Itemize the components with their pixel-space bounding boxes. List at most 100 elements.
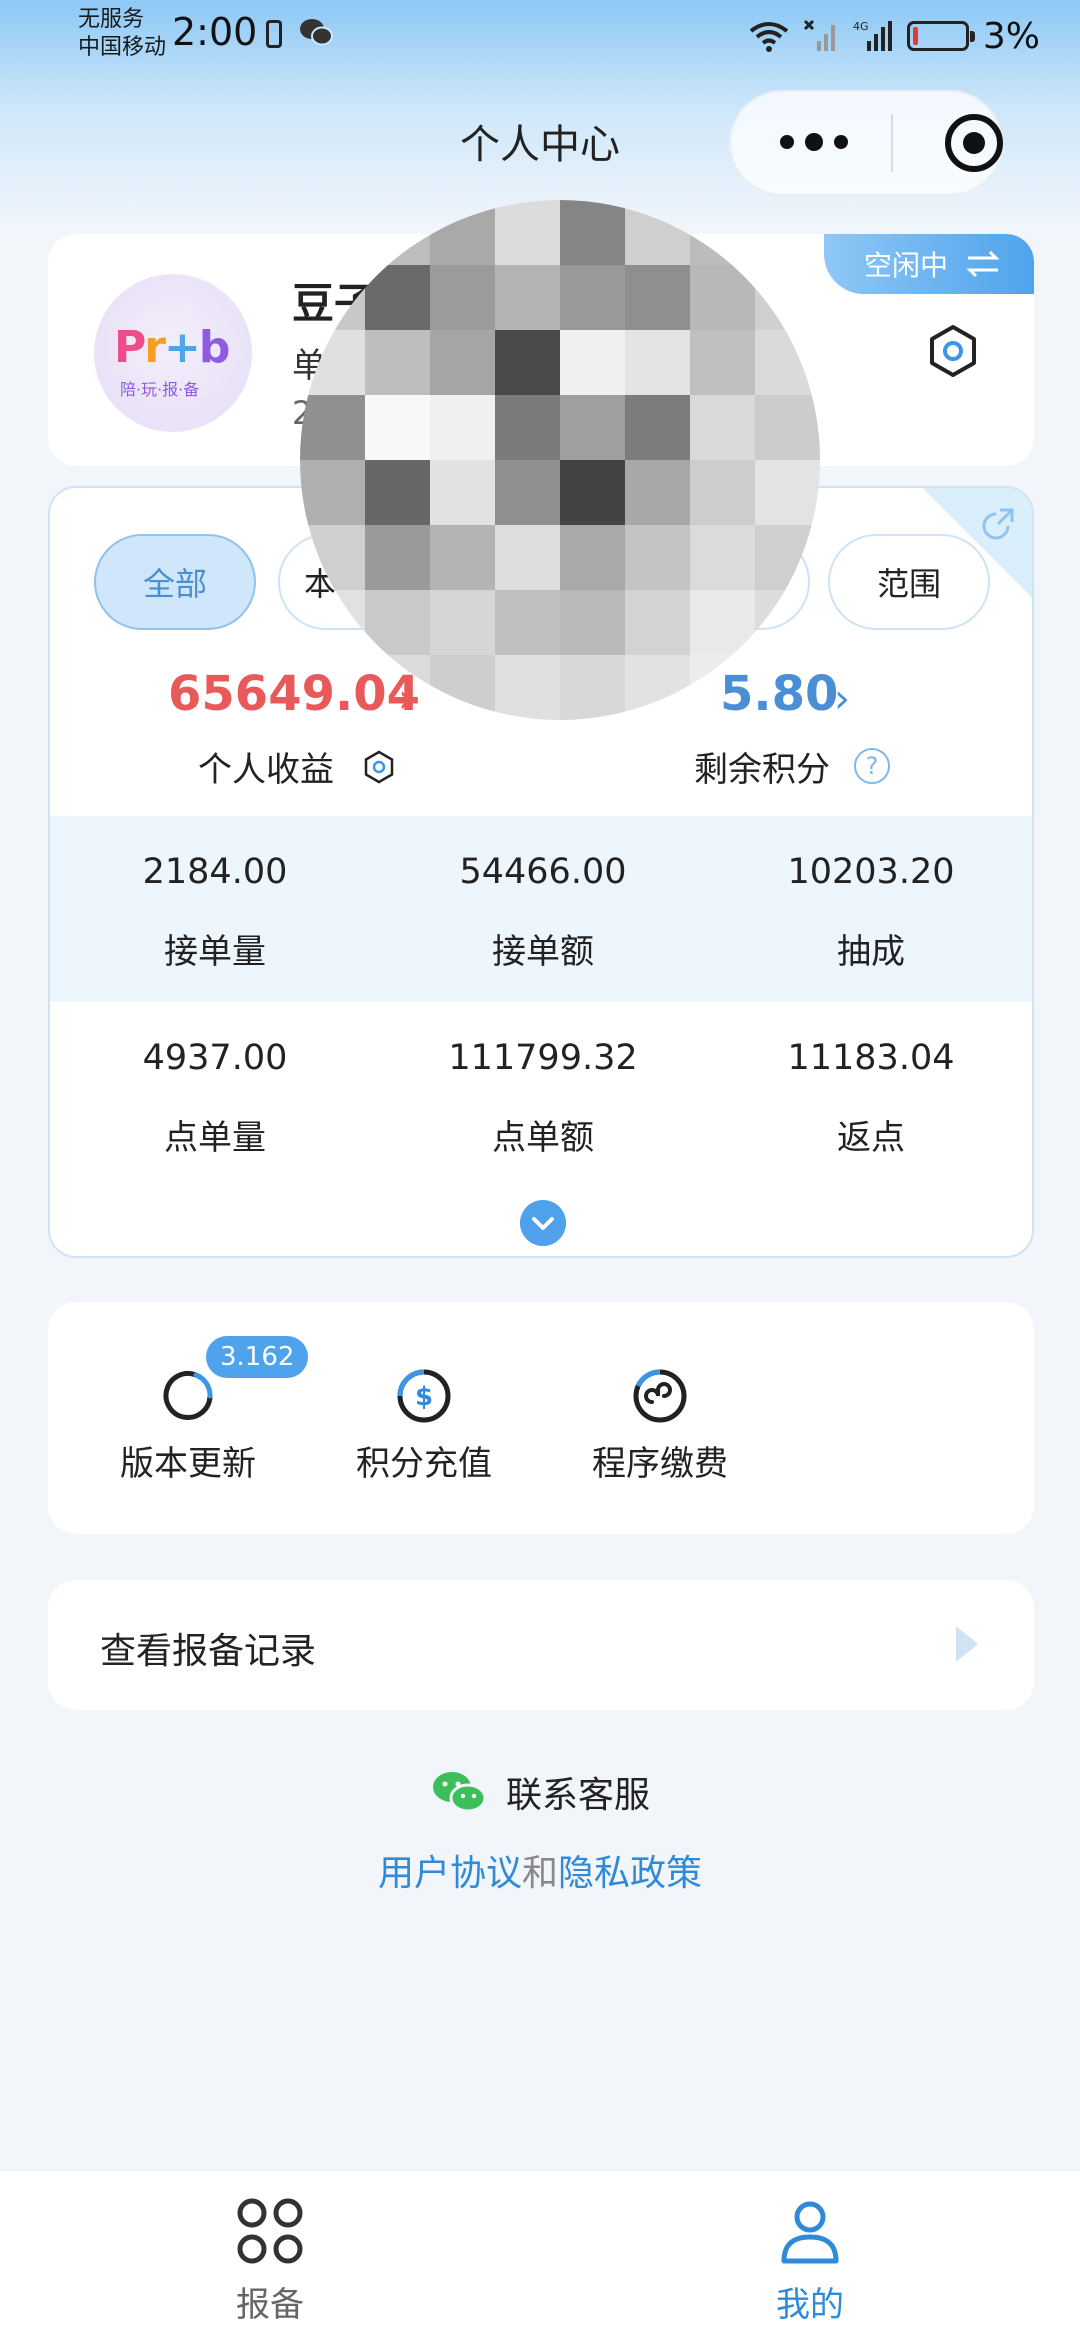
points-recharge-button[interactable]: $ 积分充值 (334, 1302, 514, 1534)
metric-label: 点单量 (164, 1118, 266, 1158)
help-icon[interactable]: ? (854, 748, 890, 784)
contact-label: 联系客服 (505, 1775, 650, 1816)
mosaic-tile (430, 330, 495, 395)
avatar-logo-subtitle: 陪·玩·报·备 (120, 380, 200, 399)
mosaic-tile (430, 460, 495, 525)
mosaic-tile (430, 395, 495, 460)
carrier-line-2: 中国移动 (78, 35, 167, 60)
battery-icon (906, 21, 975, 51)
mini-program-icon (633, 1369, 687, 1423)
eye-toggle-icon[interactable] (362, 750, 396, 784)
metric-accept-count: 2184.00 接单量 (50, 816, 380, 1002)
mosaic-tile (430, 200, 495, 265)
points-chevron-icon[interactable]: › (834, 676, 850, 722)
wifi-icon (749, 22, 789, 52)
mosaic-tile (755, 460, 820, 525)
record-label: 查看报备记录 (100, 1631, 317, 1672)
mosaic-tile (495, 655, 560, 720)
quick-actions-card: 版本更新 3.162 $ 积分充值 程序缴费 (48, 1302, 1034, 1534)
avatar[interactable]: Pr+b 陪·玩·报·备 (94, 274, 252, 432)
metric-rebate: 11183.04 返点 (706, 1002, 1032, 1188)
mosaic-tile (560, 460, 625, 525)
metric-label: 返点 (837, 1118, 905, 1158)
status-toggle[interactable]: 空闲中 (824, 234, 1034, 294)
user-icon (781, 2201, 839, 2264)
metric-value: 10203.20 (787, 852, 955, 892)
metrics-row-orders: 2184.00 接单量 54466.00 接单额 10203.20 抽成 (50, 816, 1032, 1002)
metric-label: 点单额 (492, 1118, 594, 1158)
filter-range[interactable]: 范围 (828, 534, 990, 630)
mosaic-tile (625, 590, 690, 655)
close-miniprogram-button[interactable] (943, 112, 1005, 174)
mini-program-capsule (729, 90, 1003, 196)
mosaic-tile (625, 395, 690, 460)
swap-icon (966, 250, 1000, 278)
program-fee-button[interactable]: 程序缴费 (570, 1302, 750, 1534)
dollar-coin-icon: $ (397, 1369, 451, 1423)
mosaic-tile (430, 590, 495, 655)
metric-label: 接单量 (164, 932, 266, 972)
signal-4g-icon: 4G (853, 20, 892, 51)
tab-label: 报备 (236, 2285, 304, 2325)
mosaic-tile (560, 265, 625, 330)
capsule-divider (891, 114, 893, 172)
privacy-policy-link[interactable]: 隐私政策 (558, 1853, 702, 1894)
privacy-mosaic (300, 200, 820, 720)
points-value[interactable]: 5.80 (720, 666, 838, 722)
mosaic-tile (560, 590, 625, 655)
mosaic-tile (560, 200, 625, 265)
svg-text:4G: 4G (853, 20, 869, 33)
metric-accept-amount: 54466.00 接单额 (378, 816, 708, 1002)
mosaic-tile (690, 395, 755, 460)
view-report-records-row[interactable]: 查看报备记录 (48, 1580, 1034, 1710)
tab-label: 我的 (776, 2285, 844, 2325)
metrics-row-placed: 4937.00 点单量 111799.32 点单额 11183.04 返点 (50, 1002, 1032, 1188)
battery-percent: 3% (982, 15, 1040, 57)
mosaic-tile (625, 265, 690, 330)
tab-mine[interactable]: 我的 (710, 2171, 910, 2339)
action-label: 版本更新 (120, 1444, 256, 1484)
more-menu-button[interactable] (777, 132, 851, 152)
mosaic-tile (690, 460, 755, 525)
mosaic-tile (690, 330, 755, 395)
no-signal-icon (803, 19, 835, 51)
mosaic-tile (495, 590, 560, 655)
status-icons: 4G 3% (749, 12, 1040, 60)
action-label: 积分充值 (356, 1444, 492, 1484)
tab-report[interactable]: 报备 (170, 2171, 370, 2339)
status-bar: 无服务 中国移动 2:00 4G 3% (0, 0, 1080, 72)
mosaic-tile (625, 460, 690, 525)
legal-links: 用户协议和隐私政策 (0, 1844, 1080, 1896)
mosaic-tile (495, 525, 560, 590)
metric-value: 11183.04 (787, 1038, 955, 1078)
carrier-line-1: 无服务 (78, 7, 145, 32)
metric-label: 抽成 (837, 932, 905, 972)
mosaic-tile (430, 265, 495, 330)
settings-icon[interactable] (926, 324, 980, 378)
expand-chevron-icon[interactable] (520, 1200, 566, 1246)
version-badge: 3.162 (206, 1336, 309, 1378)
mosaic-tile (625, 525, 690, 590)
income-chevron-icon[interactable]: › (398, 676, 414, 722)
metric-value: 111799.32 (448, 1038, 638, 1078)
mosaic-tile (495, 395, 560, 460)
mosaic-tile (560, 395, 625, 460)
play-arrow-icon (956, 1626, 978, 1662)
filter-all[interactable]: 全部 (94, 534, 256, 630)
mosaic-tile (690, 525, 755, 590)
mosaic-tile (625, 330, 690, 395)
contact-support[interactable]: 联系客服 (0, 1764, 1080, 1820)
mosaic-tile (560, 655, 625, 720)
metric-commission: 10203.20 抽成 (706, 816, 1032, 1002)
income-value[interactable]: 65649.04 (168, 666, 420, 722)
mosaic-tile (365, 525, 430, 590)
income-label: 个人收益 (198, 750, 334, 790)
user-agreement-link[interactable]: 用户协议 (378, 1853, 522, 1894)
metric-label: 接单额 (492, 932, 594, 972)
mosaic-tile (495, 330, 560, 395)
avatar-logo: Pr+b (114, 322, 230, 373)
points-label: 剩余积分 (694, 750, 830, 790)
share-icon[interactable] (978, 506, 1016, 544)
mosaic-tile (495, 265, 560, 330)
tab-bar: 报备 我的 (0, 2170, 1080, 2339)
